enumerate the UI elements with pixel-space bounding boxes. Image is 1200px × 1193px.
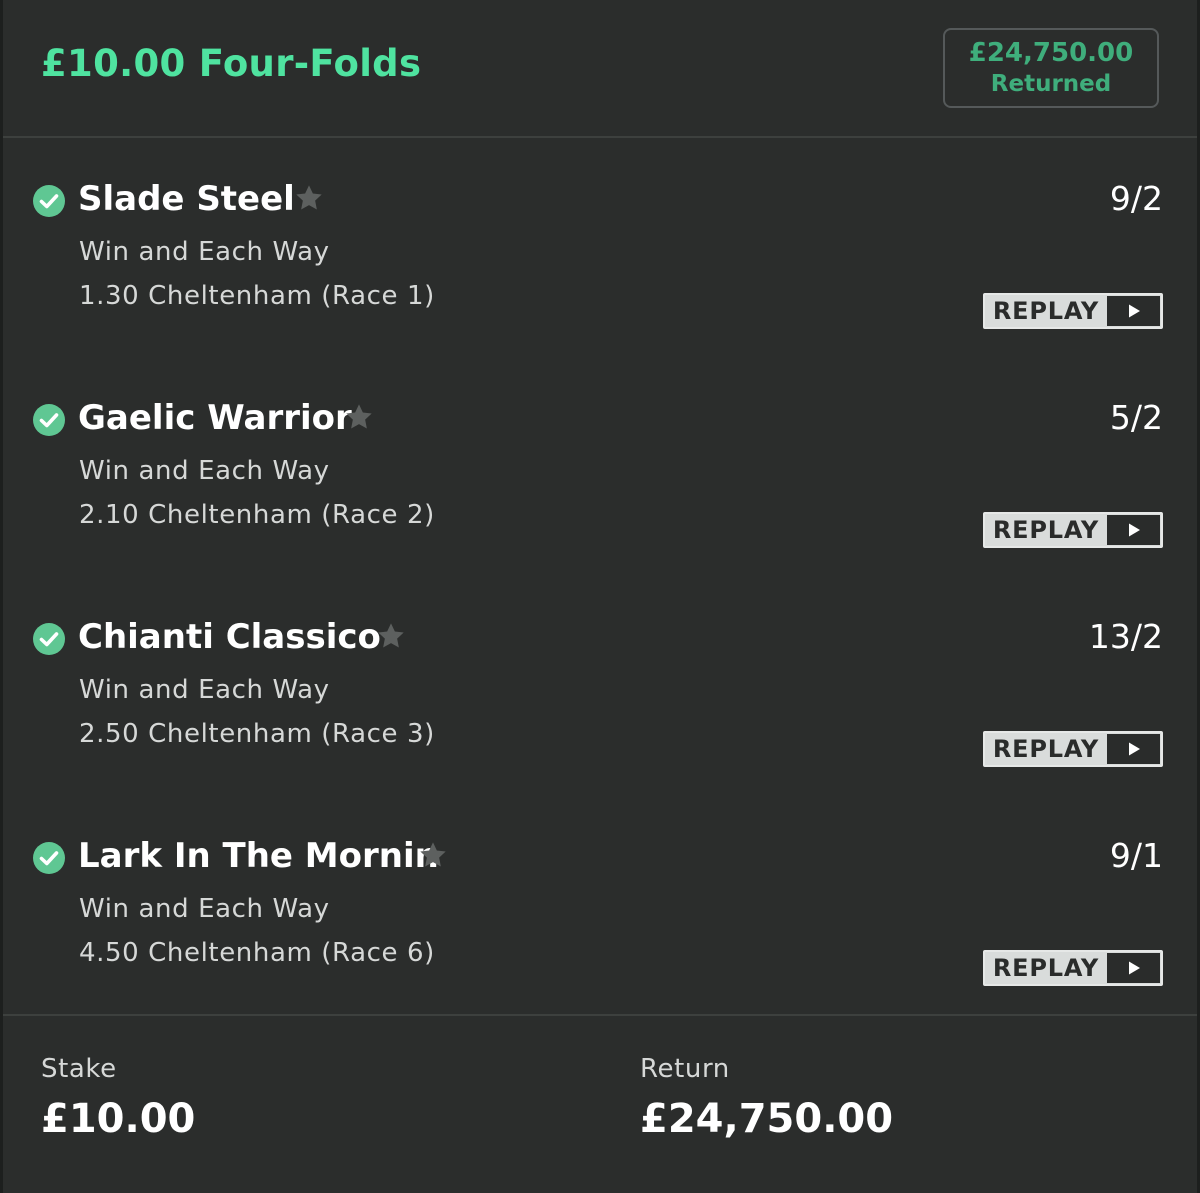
bet-header: £10.00 Four-Folds £24,750.00 Returned [3, 0, 1197, 138]
replay-label: REPLAY [992, 516, 1100, 544]
play-icon [1107, 515, 1160, 545]
check-circle-icon [33, 842, 65, 874]
star-icon[interactable] [343, 401, 375, 433]
stake-value: £10.00 [41, 1096, 196, 1142]
horse-name[interactable]: Slade Steel [78, 177, 295, 221]
bet-card: £10.00 Four-Folds £24,750.00 Returned Sl… [0, 0, 1200, 1193]
return-label: Return [640, 1054, 730, 1084]
replay-label: REPLAY [992, 735, 1100, 763]
event-time: 1.30 Cheltenham (Race 1) [79, 281, 435, 311]
odds-value: 9/2 [1109, 179, 1163, 218]
play-icon [1107, 734, 1160, 764]
selection-row: Gaelic Warrior 5/2 Win and Each Way 2.10… [3, 398, 1197, 604]
returned-amount: £24,750.00 [968, 38, 1134, 68]
replay-label: REPLAY [992, 297, 1100, 325]
market-type: Win and Each Way [79, 894, 330, 924]
event-time: 4.50 Cheltenham (Race 6) [79, 938, 435, 968]
horse-name[interactable]: Gaelic Warrior [78, 396, 352, 440]
replay-button[interactable]: REPLAY [983, 512, 1163, 548]
replay-button[interactable]: REPLAY [983, 731, 1163, 767]
returned-badge: £24,750.00 Returned [943, 28, 1159, 108]
horse-name[interactable]: Lark In The Mornin [78, 834, 439, 878]
bet-footer: Stake £10.00 Return £24,750.00 [3, 1014, 1197, 1193]
stake-label: Stake [41, 1054, 117, 1084]
replay-button[interactable]: REPLAY [983, 950, 1163, 986]
market-type: Win and Each Way [79, 237, 330, 267]
odds-value: 13/2 [1088, 617, 1163, 656]
replay-label: REPLAY [992, 954, 1100, 982]
odds-value: 5/2 [1109, 398, 1163, 437]
market-type: Win and Each Way [79, 675, 330, 705]
selection-row: Slade Steel 9/2 Win and Each Way 1.30 Ch… [3, 179, 1197, 385]
check-circle-icon [33, 185, 65, 217]
market-type: Win and Each Way [79, 456, 330, 486]
odds-value: 9/1 [1109, 836, 1163, 875]
check-circle-icon [33, 404, 65, 436]
selection-row: Chianti Classico 13/2 Win and Each Way 2… [3, 617, 1197, 823]
event-time: 2.10 Cheltenham (Race 2) [79, 500, 435, 530]
return-value: £24,750.00 [640, 1096, 894, 1142]
event-time: 2.50 Cheltenham (Race 3) [79, 719, 435, 749]
check-circle-icon [33, 623, 65, 655]
selection-row: Lark In The Mornin 9/1 Win and Each Way … [3, 836, 1197, 1042]
star-icon[interactable] [293, 182, 325, 214]
star-icon[interactable] [375, 620, 407, 652]
play-icon [1107, 296, 1160, 326]
star-icon[interactable] [417, 839, 449, 871]
play-icon [1107, 953, 1160, 983]
returned-label: Returned [990, 71, 1112, 97]
bet-title: £10.00 Four-Folds [41, 42, 422, 85]
replay-button[interactable]: REPLAY [983, 293, 1163, 329]
horse-name[interactable]: Chianti Classico [78, 615, 381, 659]
